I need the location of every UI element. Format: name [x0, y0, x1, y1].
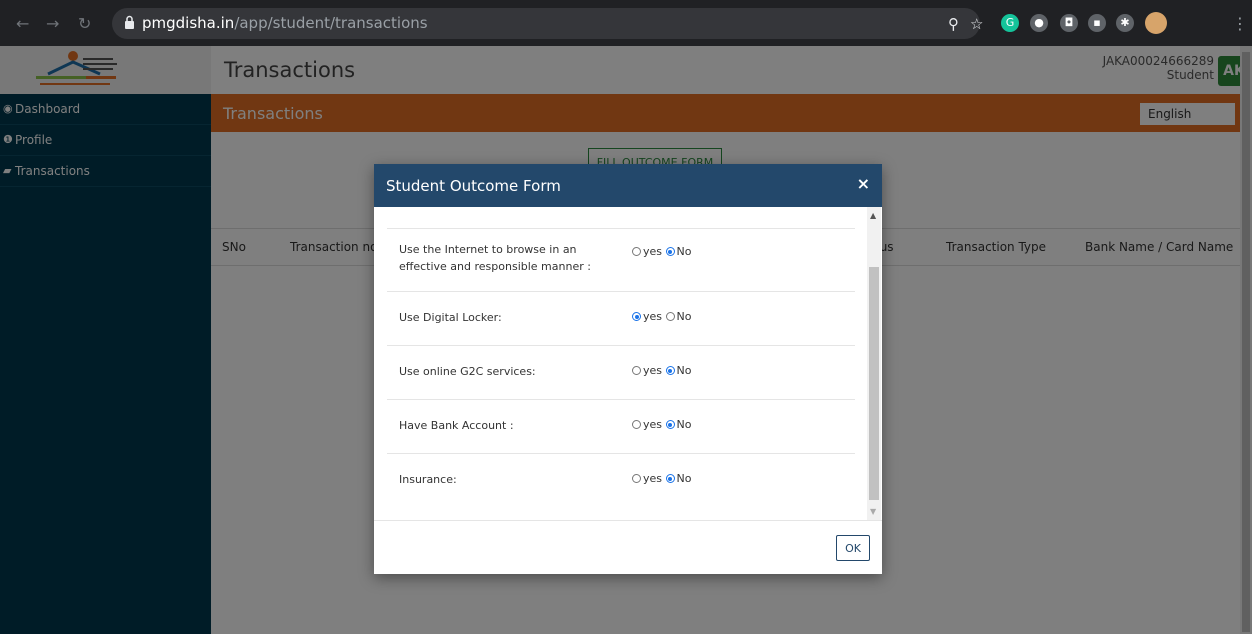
- no-label: No: [676, 245, 692, 258]
- yes-label: yes: [643, 310, 663, 323]
- grammarly-icon[interactable]: G: [1001, 14, 1019, 32]
- lock-icon: [125, 15, 134, 29]
- question-label: Insurance:: [399, 473, 457, 486]
- radio-yes[interactable]: [632, 474, 641, 483]
- form-row: [387, 207, 855, 229]
- yes-label: yes: [643, 245, 663, 258]
- radio-group: yes No: [632, 310, 691, 323]
- radio-no[interactable]: [665, 312, 675, 321]
- form-row: Have Bank Account : yes No: [387, 400, 855, 454]
- no-label: No: [676, 364, 692, 377]
- reload-icon[interactable]: ↻: [78, 14, 91, 33]
- zoom-icon[interactable]: ⚲: [948, 15, 959, 33]
- no-label: No: [676, 472, 692, 485]
- question-label: Use Digital Locker:: [399, 311, 502, 324]
- extension-icon[interactable]: ●: [1030, 14, 1048, 32]
- radio-group: yes No: [632, 418, 691, 431]
- no-label: No: [676, 418, 692, 431]
- profile-avatar-icon[interactable]: [1145, 12, 1167, 34]
- scroll-down-icon[interactable]: ▼: [870, 507, 876, 516]
- browser-toolbar: ← → ↻ pmgdisha.in/app/student/transactio…: [0, 0, 1252, 46]
- ok-button[interactable]: OK: [836, 535, 870, 561]
- form-row: Use online G2C services: yes No: [387, 346, 855, 400]
- scrollbar-thumb[interactable]: [869, 267, 879, 500]
- puzzle-icon[interactable]: ✱: [1116, 14, 1134, 32]
- forward-icon[interactable]: →: [46, 14, 59, 33]
- form-row: Use the Internet to browse in an effecti…: [387, 229, 855, 292]
- form-row: Insurance: yes No: [387, 454, 855, 507]
- question-label: Use online G2C services:: [399, 365, 536, 378]
- modal-header: Student Outcome Form ×: [374, 164, 882, 207]
- scroll-up-icon[interactable]: ▲: [870, 211, 876, 220]
- star-icon[interactable]: ☆: [970, 15, 983, 33]
- radio-yes[interactable]: [632, 420, 641, 429]
- modal-scrollbar[interactable]: ▲ ▼: [867, 207, 881, 520]
- modal-footer: OK: [374, 520, 882, 575]
- address-bar[interactable]: pmgdisha.in/app/student/transactions ⚲ ☆: [112, 8, 983, 39]
- radio-group: yes No: [632, 364, 691, 377]
- modal-title: Student Outcome Form: [386, 177, 561, 195]
- close-icon[interactable]: ×: [857, 174, 870, 193]
- radio-no[interactable]: [665, 366, 675, 375]
- modal-body: Use the Internet to browse in an effecti…: [374, 207, 882, 520]
- radio-no[interactable]: [665, 247, 675, 256]
- url-text: pmgdisha.in/app/student/transactions: [142, 14, 428, 32]
- radio-no[interactable]: [665, 474, 675, 483]
- yes-label: yes: [643, 364, 663, 377]
- no-label: No: [676, 310, 692, 323]
- radio-yes[interactable]: [632, 366, 641, 375]
- radio-yes[interactable]: [632, 312, 641, 321]
- question-label: Have Bank Account :: [399, 419, 514, 432]
- back-icon[interactable]: ←: [16, 14, 29, 33]
- yes-label: yes: [643, 418, 663, 431]
- menu-icon[interactable]: ⋮: [1232, 14, 1248, 33]
- question-label: Use the Internet to browse in an effecti…: [399, 243, 591, 273]
- radio-no[interactable]: [665, 420, 675, 429]
- radio-group: yes No: [632, 472, 691, 485]
- form-row: Use Digital Locker: yes No: [387, 292, 855, 346]
- extension-icon[interactable]: ▪: [1088, 14, 1106, 32]
- yes-label: yes: [643, 472, 663, 485]
- radio-group: yes No: [632, 245, 691, 258]
- radio-yes[interactable]: [632, 247, 641, 256]
- camera-icon[interactable]: ◘: [1060, 14, 1078, 32]
- student-outcome-modal: Student Outcome Form × Use the Internet …: [374, 164, 882, 574]
